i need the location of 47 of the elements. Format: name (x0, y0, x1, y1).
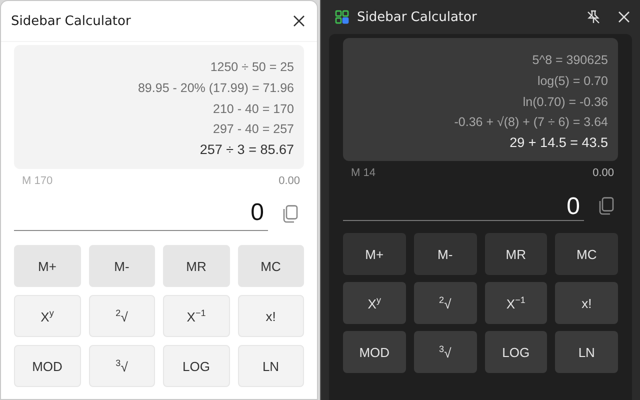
grid-icon (335, 10, 349, 24)
number-input-field[interactable]: 0 (343, 191, 584, 221)
history-entry[interactable]: 257 ÷ 3 = 85.67 (200, 140, 294, 161)
calculator-key[interactable]: M- (414, 233, 476, 275)
number-input-field[interactable]: 0 (14, 197, 268, 231)
memory-value: M 170 (22, 175, 53, 187)
window-title: Sidebar Calculator (11, 14, 131, 28)
calculator-key[interactable]: X$^{y}$ (14, 295, 80, 337)
calculator-key[interactable]: $^{3}$√ (88, 345, 155, 387)
history-entry[interactable]: 89.95 - 20% (17.99) = 71.96 (138, 78, 294, 99)
history-entry[interactable]: 1250 ÷ 50 = 25 (210, 57, 294, 78)
calculator-key[interactable]: MC (555, 233, 618, 275)
calculator-key[interactable]: M+ (14, 245, 80, 287)
calculator-key[interactable]: x! (238, 295, 304, 337)
calculator-key[interactable]: X$^{−1}$ (163, 295, 230, 337)
calculator-key[interactable]: LN (238, 345, 304, 387)
memory-value: M 14 (351, 167, 376, 179)
close-icon[interactable] (293, 15, 305, 27)
calculator-key[interactable]: LOG (484, 331, 548, 373)
calculator-key[interactable]: $^{3}$√ (414, 331, 476, 373)
history-entry[interactable]: 210 - 40 = 170 (213, 98, 294, 120)
calculator-key[interactable]: x! (555, 282, 618, 324)
calculator-key[interactable]: X$^{−1}$ (484, 282, 548, 324)
unpin-icon[interactable] (586, 10, 600, 24)
history-entry[interactable]: -0.36 + √(8) + (7 ÷ 6) = 3.64 (454, 112, 608, 134)
history-entry[interactable]: 29 + 14.5 = 43.5 (510, 133, 608, 154)
calculator-key[interactable]: MC (238, 245, 304, 287)
history-entry[interactable]: 297 - 40 = 257 (213, 119, 294, 140)
result-preview: 0.00 (592, 167, 614, 179)
calculator-key[interactable]: MOD (14, 345, 80, 387)
calculator-key[interactable]: MR (484, 233, 548, 275)
calculator-key[interactable]: MOD (343, 331, 406, 373)
calculator-key[interactable]: M+ (343, 233, 406, 275)
calculator-key[interactable]: MR (163, 245, 230, 287)
history-entry[interactable]: log(5) = 0.70 (537, 70, 608, 92)
window-title: Sidebar Calculator (357, 10, 477, 24)
calculator-key[interactable]: $^{2}$√ (414, 282, 476, 324)
calculator-key[interactable]: X$^{y}$ (343, 282, 406, 324)
calculator-key[interactable]: LOG (163, 345, 230, 387)
calculator-key[interactable]: $^{2}$√ (88, 295, 155, 337)
calculator-key[interactable]: M- (88, 245, 155, 287)
copy-icon[interactable] (598, 197, 614, 215)
history-entry[interactable]: ln(0.70) = -0.36 (522, 92, 608, 112)
history-entry[interactable]: 5^8 = 390625 (532, 50, 608, 71)
result-preview: 0.00 (278, 175, 300, 187)
calculator-key[interactable]: LN (555, 331, 618, 373)
copy-icon[interactable] (282, 205, 298, 223)
